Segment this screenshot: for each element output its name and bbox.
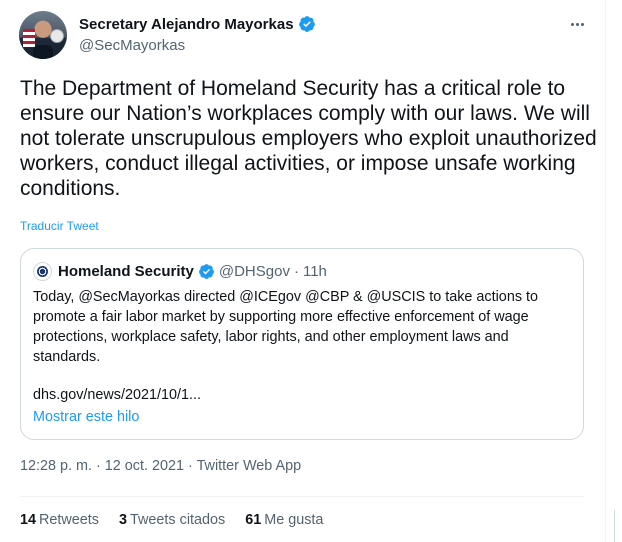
- quoted-author-name: Homeland Security: [58, 263, 194, 280]
- column-border: [605, 0, 606, 542]
- quote-tweets-count: 3: [119, 512, 128, 528]
- retweets-stat[interactable]: 14 Retweets: [20, 512, 99, 528]
- author-handle[interactable]: @SecMayorkas: [79, 37, 185, 54]
- quote-tweets-stat[interactable]: 3 Tweets citados: [119, 512, 225, 528]
- seal-decoration: [50, 29, 64, 43]
- engagement-stats: 14 Retweets 3 Tweets citados 61 Me gusta: [20, 512, 343, 528]
- show-thread-link[interactable]: Mostrar este hilo: [33, 409, 139, 425]
- retweets-label: Retweets: [39, 512, 100, 528]
- scrollbar-edge: [614, 510, 615, 542]
- author-avatar[interactable]: [19, 11, 67, 59]
- quoted-tweet-header: Homeland Security @DHSgov · 11h: [58, 263, 327, 280]
- quoted-author-handle: @DHSgov: [218, 263, 290, 280]
- dot: [580, 22, 584, 26]
- quoted-tweet[interactable]: Homeland Security @DHSgov · 11h Today, @…: [20, 248, 584, 440]
- quoted-author-avatar: [33, 262, 52, 281]
- verified-badge-icon: [198, 264, 214, 279]
- likes-stat[interactable]: 61 Me gusta: [245, 512, 323, 528]
- flag-decoration: [23, 29, 35, 47]
- likes-count: 61: [245, 512, 262, 528]
- separator-dot: ·: [293, 263, 299, 280]
- author-name-row[interactable]: Secretary Alejandro Mayorkas: [79, 15, 316, 33]
- tweet-detail: Secretary Alejandro Mayorkas @SecMayorka…: [0, 0, 605, 542]
- more-options-icon[interactable]: [566, 14, 588, 34]
- tweet-text: The Department of Homeland Security has …: [20, 77, 597, 200]
- tweet-meta: 12:28 p. m. · 12 oct. 2021 · Twitter Web…: [20, 458, 301, 474]
- quoted-tweet-time: 11h: [302, 263, 327, 280]
- likes-label: Me gusta: [264, 512, 324, 528]
- separator-dot: ·: [188, 458, 193, 474]
- divider: [20, 496, 584, 497]
- separator-dot: ·: [96, 458, 101, 474]
- retweets-count: 14: [20, 512, 37, 528]
- dot: [575, 22, 579, 26]
- tweet-time[interactable]: 12:28 p. m.: [20, 458, 92, 474]
- tweet-source-app[interactable]: Twitter Web App: [197, 458, 302, 474]
- quote-tweets-label: Tweets citados: [130, 512, 226, 528]
- quoted-tweet-text: Today, @SecMayorkas directed @ICEgov @CB…: [33, 289, 539, 365]
- verified-badge-icon: [298, 16, 315, 32]
- translate-tweet-link[interactable]: Traducir Tweet: [20, 219, 99, 233]
- quoted-tweet-link: dhs.gov/news/2021/10/1...: [33, 387, 202, 403]
- suit-decoration: [33, 45, 53, 59]
- author-name[interactable]: Secretary Alejandro Mayorkas: [79, 16, 294, 33]
- tweet-date[interactable]: 12 oct. 2021: [105, 458, 184, 474]
- dot: [570, 22, 574, 26]
